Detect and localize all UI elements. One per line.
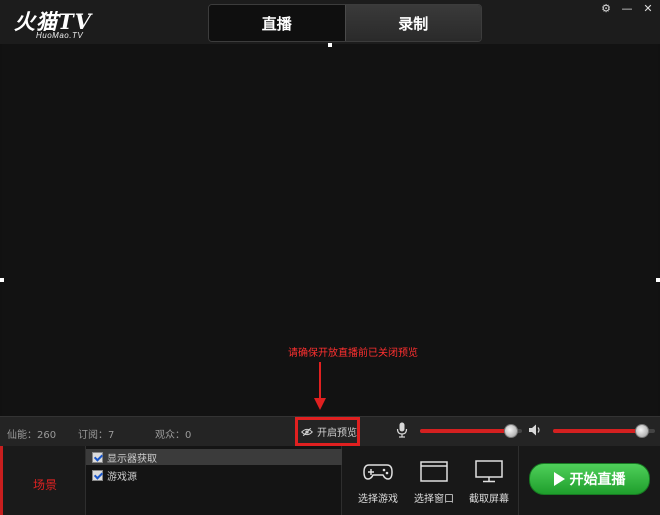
select-window-label: 选择窗口: [414, 494, 454, 505]
source-list: 显示器获取 游戏源: [86, 446, 342, 515]
capture-screen-button[interactable]: 截取屏幕: [464, 458, 514, 515]
annotation-arrow: [319, 362, 321, 400]
mic-volume-knob[interactable]: [504, 424, 518, 438]
select-game-label: 选择游戏: [358, 494, 398, 505]
preview-canvas[interactable]: [0, 43, 660, 416]
title-bar: 火猫TV HuoMao.TV 直播 录制 ⚙ — ✕: [0, 0, 660, 44]
window-icon: [420, 461, 448, 482]
start-live-label: 开始直播: [569, 472, 626, 488]
preview-toggle-button[interactable]: 开启预览: [295, 417, 360, 446]
panel-divider: [518, 446, 519, 515]
source-item-label: 显示器获取: [107, 453, 157, 465]
speaker-volume-fill: [553, 429, 642, 433]
select-game-button[interactable]: 选择游戏: [353, 458, 403, 515]
close-icon[interactable]: ✕: [641, 2, 655, 16]
start-live-button[interactable]: 开始直播: [529, 463, 650, 495]
annotation-arrow-head: [314, 398, 326, 410]
source-checkbox[interactable]: [92, 469, 103, 481]
speaker-volume-knob[interactable]: [635, 424, 649, 438]
monitor-icon: [475, 460, 503, 483]
settings-icon[interactable]: ⚙: [599, 2, 613, 16]
logo-subtext: HuoMao.TV: [36, 31, 84, 40]
mic-volume-fill: [420, 429, 511, 433]
mode-tabs: 直播 录制: [208, 4, 482, 42]
stat-xianneng: 仙能：260: [7, 430, 57, 441]
speaker-volume-slider[interactable]: [553, 424, 655, 438]
resize-handle-top[interactable]: [328, 43, 332, 47]
capture-screen-label: 截取屏幕: [469, 494, 509, 505]
resize-handle-right[interactable]: [656, 278, 660, 282]
stat-subscriptions: 订阅：7: [78, 430, 115, 441]
scene-label: 场景: [33, 478, 58, 492]
source-item[interactable]: 显示器获取: [86, 449, 342, 465]
source-item-label: 游戏源: [107, 471, 137, 483]
speaker-icon[interactable]: [528, 423, 542, 437]
app-logo: 火猫TV HuoMao.TV: [14, 6, 110, 40]
source-checkbox[interactable]: [92, 451, 103, 463]
annotation-text: 请确保开放直播前已关闭预览: [288, 348, 418, 359]
resize-handle-left[interactable]: [0, 278, 4, 282]
mic-volume-slider[interactable]: [420, 424, 522, 438]
eye-slash-icon: [301, 427, 313, 436]
gamepad-icon: [363, 464, 393, 480]
tab-live[interactable]: 直播: [209, 5, 345, 41]
minimize-icon[interactable]: —: [620, 2, 634, 16]
preview-toggle-label: 开启预览: [317, 428, 357, 439]
source-item[interactable]: 游戏源: [86, 467, 342, 483]
microphone-icon[interactable]: [396, 422, 408, 438]
stat-viewers: 观众：0: [155, 430, 192, 441]
scene-panel[interactable]: 场景: [0, 446, 86, 515]
play-icon: [553, 472, 565, 486]
select-window-button[interactable]: 选择窗口: [409, 458, 459, 515]
tab-record[interactable]: 录制: [344, 5, 481, 41]
